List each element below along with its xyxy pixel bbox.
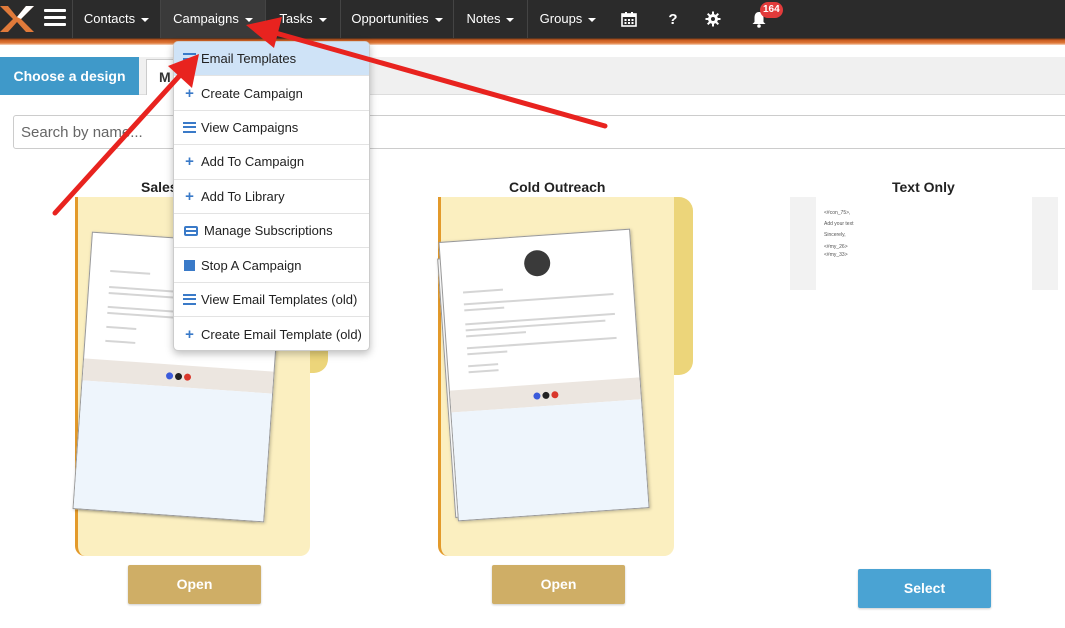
nav-notes[interactable]: Notes [453,0,527,38]
calendar-icon[interactable] [614,0,644,38]
menu-item-view-campaigns[interactable]: View Campaigns [174,111,369,146]
top-nav-bar: Contacts Campaigns Tasks Opportunities N… [0,0,1065,38]
app-window: Contacts Campaigns Tasks Opportunities N… [0,0,1065,628]
nav-contacts[interactable]: Contacts [72,0,160,38]
nav-tasks-label: Tasks [279,11,313,26]
template-preview-sheet [438,228,650,522]
company-logo-icon [523,249,552,278]
menu-item-label: View Email Templates (old) [201,291,358,307]
gear-icon[interactable] [698,0,728,38]
nav-groups-label: Groups [539,11,583,26]
menu-item-email-templates[interactable]: Email Templates [174,42,369,77]
chevron-down-icon [318,17,327,22]
chevron-down-icon [244,17,253,22]
x-icon [174,372,182,380]
preview-line: <#my_26> [824,244,848,250]
google-plus-icon [183,372,191,381]
menu-item-label: Create Campaign [201,85,303,101]
nav-tasks[interactable]: Tasks [265,0,340,38]
campaigns-dropdown-menu: Email Templates + Create Campaign View C… [173,41,370,351]
nav-contacts-label: Contacts [83,11,136,26]
list-icon [183,121,196,133]
nav-groups[interactable]: Groups [527,0,608,38]
menu-item-label: Manage Subscriptions [204,223,333,239]
facebook-icon [532,391,541,400]
preview-line: <#my_33> [824,252,848,258]
menu-item-create-email-template-old[interactable]: + Create Email Template (old) [174,317,369,350]
search-input[interactable] [13,115,1065,149]
menu-item-label: Add To Library [201,188,285,204]
nav-campaigns[interactable]: Campaigns [160,0,265,38]
app-logo-icon[interactable] [0,2,34,36]
preview-line: <#con_75>, [824,210,851,216]
menu-item-manage-subscriptions[interactable]: Manage Subscriptions [174,214,369,249]
open-button-cold-outreach[interactable]: Open [492,565,625,604]
nav-opportunities[interactable]: Opportunities [340,0,453,38]
menu-item-label: Stop A Campaign [201,257,302,273]
chevron-down-icon [141,17,150,22]
menu-item-add-to-campaign[interactable]: + Add To Campaign [174,145,369,180]
card-title-text-only: Text Only [892,179,955,195]
chevron-down-icon [588,17,597,22]
preview-line: Add your text [824,221,854,227]
template-card-text-only[interactable]: <#con_75>, Add your text Sincerely, <#my… [790,197,1058,290]
notification-badge: 164 [760,2,783,18]
stop-icon [183,259,196,271]
facebook-icon [165,371,173,380]
card-title-cold-outreach: Cold Outreach [509,179,606,195]
card-icon [183,225,199,236]
chevron-down-icon [434,17,443,22]
plus-icon: + [185,84,194,102]
list-icon [183,53,196,65]
google-plus-icon [550,390,559,399]
plus-icon: + [185,153,194,171]
preview-line: Sincerely, [824,232,846,238]
menu-item-create-campaign[interactable]: + Create Campaign [174,76,369,111]
menu-item-stop-campaign[interactable]: Stop A Campaign [174,248,369,283]
nav-campaigns-label: Campaigns [173,11,239,26]
menu-item-label: Email Templates [201,51,297,67]
tab-choose-design[interactable]: Choose a design [0,57,139,95]
nav-opportunities-label: Opportunities [351,11,429,26]
plus-icon: + [185,187,194,205]
open-button-sales[interactable]: Open [128,565,261,604]
menu-item-label: Create Email Template (old) [201,326,362,342]
nav-accent-divider [0,38,1065,45]
menu-item-add-to-library[interactable]: + Add To Library [174,180,369,214]
select-button-text-only[interactable]: Select [858,569,991,608]
plus-icon: + [185,325,194,343]
menu-item-view-email-templates-old[interactable]: View Email Templates (old) [174,283,369,318]
x-icon [541,391,550,399]
help-icon[interactable]: ? [658,0,688,38]
menu-item-label: Add To Campaign [201,154,305,170]
list-icon [183,293,196,305]
menu-icon[interactable] [44,9,66,27]
chevron-down-icon [506,17,515,22]
nav-notes-label: Notes [466,11,501,26]
menu-item-label: View Campaigns [201,119,299,135]
text-only-preview: <#con_75>, Add your text Sincerely, <#my… [816,197,1032,290]
